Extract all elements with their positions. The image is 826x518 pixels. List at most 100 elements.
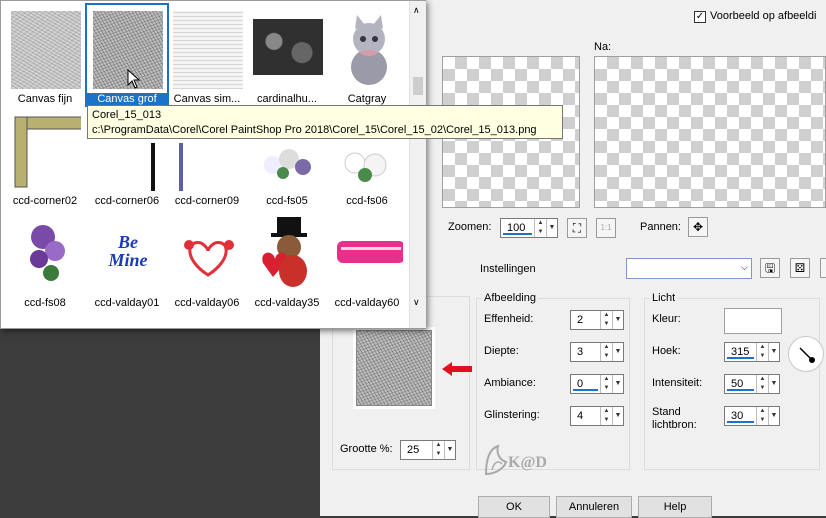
field-label: Diepte:	[484, 345, 519, 357]
texture-swatch[interactable]	[356, 330, 432, 406]
gallery-item-canvas-grof[interactable]: Canvas grof	[85, 3, 169, 107]
gallery-item-ccd-fs08[interactable]: ccd-fs08	[5, 209, 85, 309]
angle-dial-icon	[799, 347, 815, 363]
zoom-spinner[interactable]: 100 ▲ ▼ ▼	[500, 218, 558, 238]
spin-down-icon[interactable]: ▼	[601, 416, 612, 425]
depth-spinner[interactable]: 3 ▲ ▼ ▼	[570, 342, 624, 362]
gallery-item-catgray[interactable]: Catgray	[327, 5, 407, 105]
zoom-fit-button[interactable]: ⛶	[567, 218, 587, 238]
scroll-down-icon[interactable]: ∨	[413, 297, 420, 308]
spin-down-icon[interactable]: ▼	[601, 352, 612, 361]
spin-down-icon[interactable]: ▼	[757, 384, 768, 393]
spin-down-icon[interactable]: ▼	[757, 416, 768, 425]
move-icon: ✥	[692, 220, 704, 234]
pan-label: Pannen:	[640, 221, 681, 233]
dropdown-icon[interactable]: ▼	[612, 311, 623, 329]
elevation-value[interactable]: 30	[727, 408, 754, 423]
angle-spinner[interactable]: 315 ▲ ▼ ▼	[724, 342, 780, 362]
color-label: Kleur:	[652, 313, 681, 325]
dropdown-icon[interactable]: ▼	[612, 343, 623, 361]
preview-checkbox-label: Voorbeeld op afbeeldi	[710, 10, 817, 22]
fit-icon: ⛶	[572, 221, 582, 235]
size-value[interactable]: 25	[403, 442, 430, 457]
spin-up-icon[interactable]: ▲	[601, 407, 612, 416]
gallery-item-ccd-valday35[interactable]: ccd-valday35	[247, 209, 327, 309]
shine-spinner[interactable]: 4 ▲ ▼ ▼	[570, 406, 624, 426]
gallery-item-ccd-valday01[interactable]: Be Mine ccd-valday01	[87, 209, 167, 309]
intensity-label: Intensiteit:	[652, 377, 703, 389]
zoom-value[interactable]: 100	[503, 220, 532, 235]
spin-up-icon[interactable]: ▲	[601, 375, 612, 384]
gallery-item-ccd-valday06[interactable]: ccd-valday06	[167, 209, 247, 309]
light-color-swatch[interactable]	[724, 308, 782, 334]
scroll-thumb[interactable]	[413, 77, 423, 95]
gallery-item-ccd-corner02[interactable]: ccd-corner02	[5, 107, 85, 207]
dropdown-icon[interactable]: ▼	[612, 375, 623, 393]
size-spinner[interactable]: 25 ▲ ▼ ▼	[400, 440, 456, 460]
spin-down-icon[interactable]: ▼	[757, 352, 768, 361]
tooltip: Corel_15_013 c:\ProgramData\Corel\Corel …	[87, 105, 563, 139]
spin-down-icon[interactable]: ▼	[535, 228, 546, 237]
spin-up-icon[interactable]: ▲	[601, 343, 612, 352]
dropdown-icon[interactable]: ▼	[768, 375, 779, 393]
reset-button[interactable]	[820, 258, 826, 278]
ok-button[interactable]: OK	[478, 496, 550, 518]
thumbnail	[173, 11, 243, 89]
spin-up-icon[interactable]: ▲	[601, 311, 612, 320]
help-button[interactable]: Help	[638, 496, 712, 518]
dropdown-icon[interactable]: ▼	[612, 407, 623, 425]
gallery-item-label: ccd-corner09	[174, 195, 240, 207]
cancel-button[interactable]: Annuleren	[556, 496, 632, 518]
pan-button[interactable]: ✥	[688, 217, 708, 237]
dropdown-icon[interactable]: ▼	[768, 343, 779, 361]
smoothness-value[interactable]: 2	[573, 312, 598, 327]
cursor-arrow-icon	[127, 68, 141, 92]
shine-value[interactable]: 4	[573, 408, 598, 423]
watermark-logo: K@D	[482, 440, 562, 478]
smoothness-spinner[interactable]: 2 ▲ ▼ ▼	[570, 310, 624, 330]
intensity-value[interactable]: 50	[727, 376, 754, 391]
dropdown-icon[interactable]: ▼	[768, 407, 779, 425]
settings-label: Instellingen	[480, 263, 536, 275]
gallery-item-ccd-valday60[interactable]: ccd-valday60	[327, 209, 407, 309]
spin-up-icon[interactable]: ▲	[757, 407, 768, 416]
settings-dropdown[interactable]: ⌵	[626, 258, 752, 279]
dropdown-icon[interactable]: ▼	[444, 441, 455, 459]
dropdown-icon[interactable]: ▼	[546, 219, 557, 237]
spin-down-icon[interactable]: ▼	[433, 450, 444, 459]
zoom-actual-button[interactable]: 1:1	[596, 218, 616, 238]
angle-dial[interactable]	[788, 336, 824, 372]
gallery-item-canvas-sim[interactable]: Canvas sim...	[167, 5, 247, 105]
gallery-item-label: Canvas fijn	[17, 93, 73, 105]
angle-value[interactable]: 315	[727, 344, 754, 359]
preview-checkbox[interactable]: ✓	[694, 11, 706, 23]
ambiance-value[interactable]: 0	[573, 376, 598, 391]
spin-down-icon[interactable]: ▼	[601, 384, 612, 393]
gallery-item-canvas-fijn[interactable]: Canvas fijn	[5, 5, 85, 105]
field-label: Glinstering:	[484, 409, 540, 421]
thumbnail	[253, 19, 323, 75]
elevation-spinner[interactable]: 30 ▲ ▼ ▼	[724, 406, 780, 426]
elevation-label-2: lichtbron:	[652, 419, 697, 431]
ambiance-spinner[interactable]: 0 ▲ ▼ ▼	[570, 374, 624, 394]
spin-up-icon[interactable]: ▲	[757, 375, 768, 384]
gallery-item-cardinalhu[interactable]: cardinalhu...	[247, 5, 327, 105]
spin-down-icon[interactable]: ▼	[601, 320, 612, 329]
spin-up-icon[interactable]: ▲	[433, 441, 444, 450]
scroll-up-icon[interactable]: ∧	[413, 5, 420, 16]
intensity-spinner[interactable]: 50 ▲ ▼ ▼	[724, 374, 780, 394]
gallery-scrollbar[interactable]: ∧ ∨	[409, 1, 426, 328]
gallery-item-label: ccd-valday60	[334, 297, 400, 309]
texture-gallery-popup: Canvas fijn Canvas grof Canvas sim... ca…	[0, 0, 563, 329]
gallery-item-label: Canvas grof	[87, 93, 167, 105]
flowers-image	[30, 225, 65, 281]
spin-up-icon[interactable]: ▲	[757, 343, 768, 352]
depth-value[interactable]: 3	[573, 344, 598, 359]
random-preset-button[interactable]: ⚄	[790, 258, 810, 278]
hearts-image	[184, 240, 234, 277]
spin-up-icon[interactable]: ▲	[535, 219, 546, 228]
save-preset-button[interactable]: 🖫	[760, 258, 780, 278]
elevation-label-1: Stand	[652, 406, 681, 418]
zoom-label: Zoomen:	[448, 221, 492, 233]
light-group-title: Licht	[650, 292, 678, 304]
